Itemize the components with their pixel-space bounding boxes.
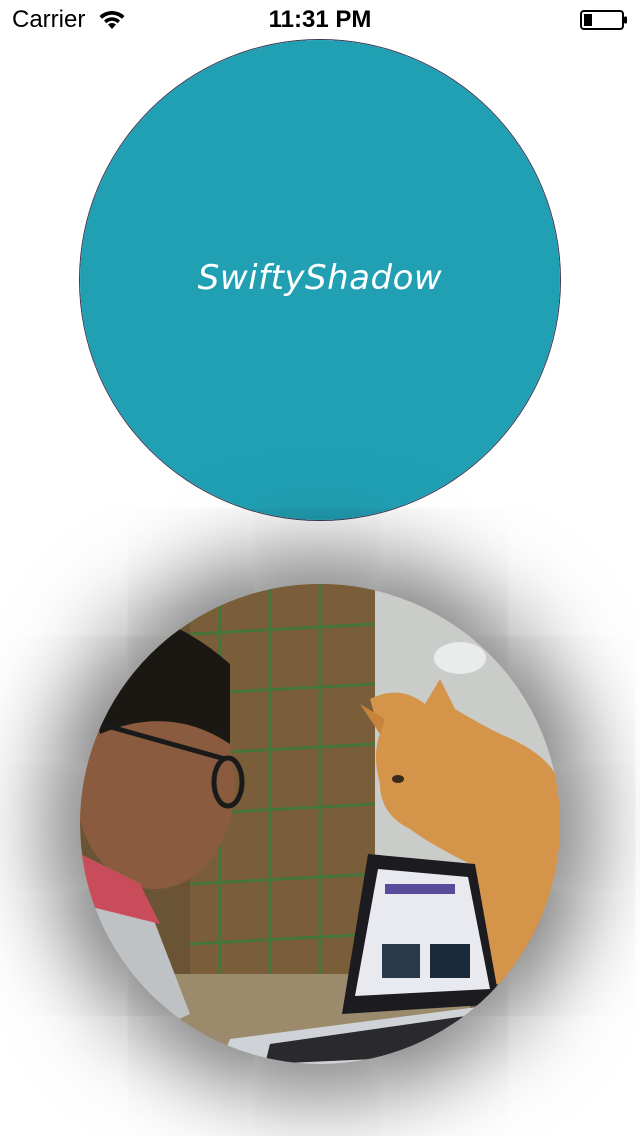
battery-icon <box>580 10 627 30</box>
clock: 11:31 PM <box>268 6 372 33</box>
photo-shadow-circle <box>80 584 560 1064</box>
swiftyshadow-label: SwiftyShadow <box>197 258 443 298</box>
status-bar: Carrier 11:31 PM <box>0 0 640 40</box>
photo-image <box>80 584 560 1064</box>
